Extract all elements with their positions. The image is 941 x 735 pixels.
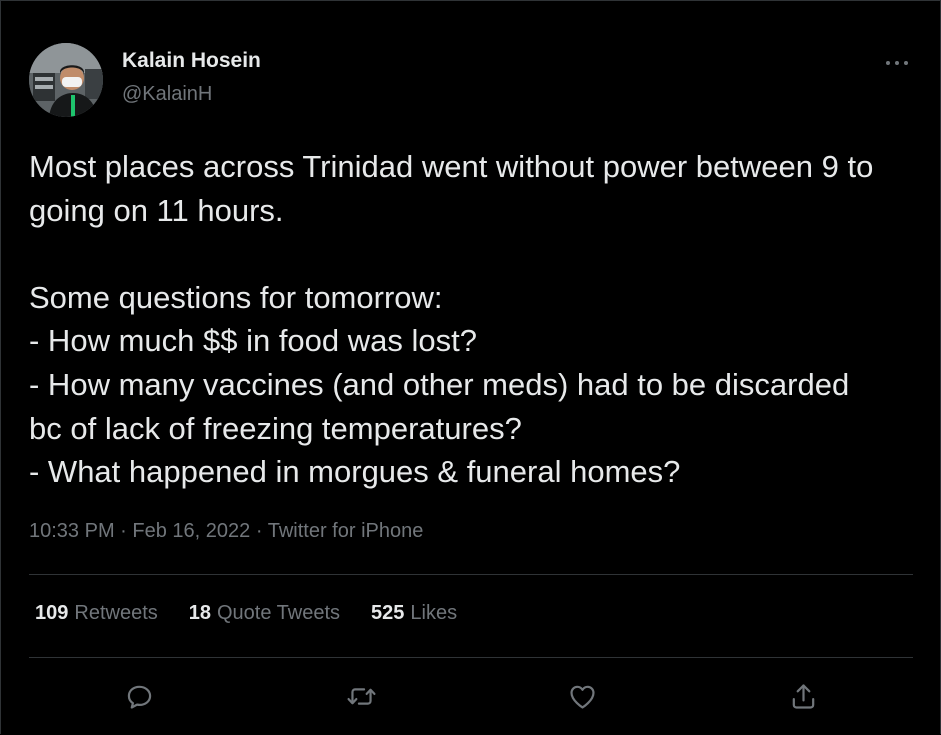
retweets-count: 109: [35, 602, 69, 624]
reply-icon: [127, 685, 151, 709]
more-options-button[interactable]: [880, 50, 914, 76]
retweet-button[interactable]: [343, 678, 379, 714]
tweet-time[interactable]: 10:33 PM: [29, 520, 115, 542]
avatar[interactable]: [29, 43, 103, 117]
divider: [29, 657, 913, 658]
likes-count: 525: [371, 602, 405, 624]
author-display-name[interactable]: Kalain Hosein: [122, 49, 261, 73]
avatar-photo: [29, 43, 103, 117]
quote-tweets-label: Quote Tweets: [217, 602, 341, 624]
tweet-source[interactable]: Twitter for iPhone: [268, 520, 424, 542]
share-button[interactable]: [785, 678, 821, 714]
meta-separator: ·: [255, 520, 263, 542]
meta-separator: ·: [120, 520, 127, 542]
retweets-label: Retweets: [74, 602, 158, 624]
likes-stat[interactable]: 525 Likes: [371, 602, 457, 625]
like-button[interactable]: [564, 678, 600, 714]
reply-button[interactable]: [121, 678, 157, 714]
tweet-text: Most places across Trinidad went without…: [29, 149, 874, 490]
divider: [29, 574, 913, 575]
engagement-stats: 109 Retweets 18 Quote Tweets 525 Likes: [35, 602, 457, 625]
tweet-date[interactable]: Feb 16, 2022: [132, 520, 250, 542]
retweets-stat[interactable]: 109 Retweets: [35, 602, 158, 625]
author-handle[interactable]: @KalainH: [122, 83, 212, 106]
likes-label: Likes: [410, 602, 458, 624]
share-icon: [792, 683, 814, 709]
tweet-meta: 10:33 PM · Feb 16, 2022 · Twitter for iP…: [29, 520, 423, 543]
heart-icon: [569, 685, 595, 709]
retweet-icon: [346, 687, 376, 705]
quote-tweets-count: 18: [188, 602, 211, 624]
quote-tweets-stat[interactable]: 18 Quote Tweets: [189, 602, 340, 625]
more-horizontal-icon: [886, 61, 908, 65]
